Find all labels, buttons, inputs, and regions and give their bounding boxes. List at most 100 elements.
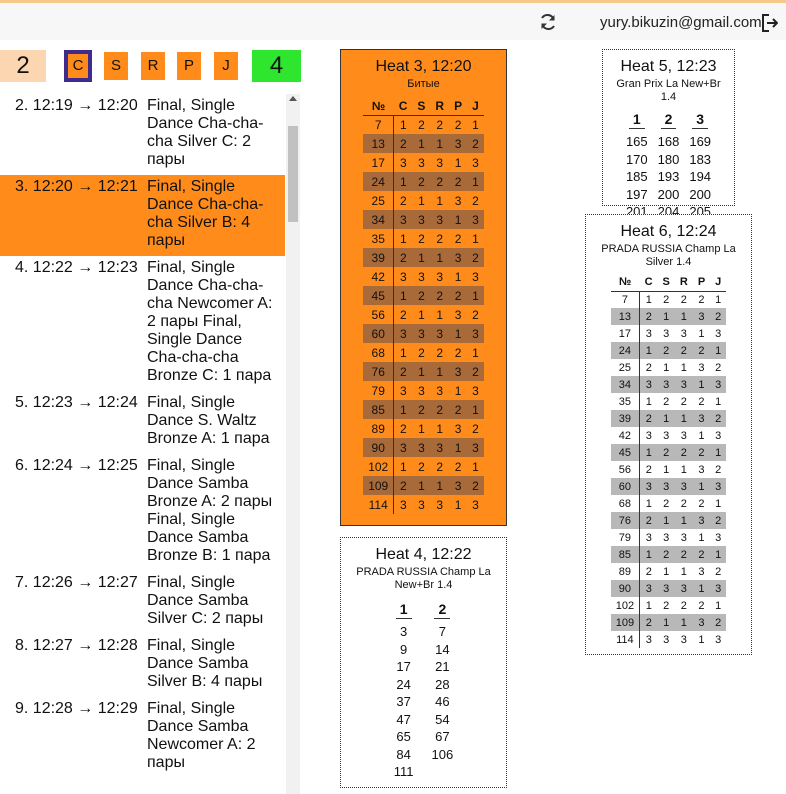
place-cell: 3 — [680, 531, 687, 544]
place-cell: 2 — [663, 395, 670, 408]
couple-number: 24 — [363, 172, 395, 191]
couple-number: 168 — [657, 134, 680, 149]
place-cell: 2 — [639, 614, 658, 631]
place-cell: 2 — [663, 599, 670, 612]
schedule-scrollbar[interactable] — [286, 94, 300, 794]
couple-number: 35 — [610, 393, 641, 410]
couple-number: 102 — [610, 597, 641, 614]
place-cell: 3 — [449, 134, 468, 153]
table-header: S — [657, 273, 675, 292]
scroll-up-arrow-icon[interactable] — [289, 96, 297, 101]
table-row: 25 2 1 1 3 2 — [610, 359, 727, 376]
place-cell: 2 — [674, 444, 693, 461]
couple-number: 89 — [363, 419, 395, 438]
couple-number: 9 — [400, 641, 408, 657]
couple-number: 200 — [689, 186, 712, 202]
schedule-item-time: 5. 12:23 → 12:24 — [15, 394, 138, 411]
heat-column-header: 1 — [395, 600, 412, 619]
place-cell: 1 — [710, 546, 727, 563]
place-cell: 2 — [430, 172, 450, 191]
place-cell: 2 — [393, 248, 413, 267]
place-cell: 1 — [418, 193, 425, 208]
judge-button-r[interactable]: R — [141, 52, 165, 80]
judge-button-p[interactable]: P — [177, 52, 201, 80]
couple-number: 76 — [610, 512, 641, 529]
place-cell: 1 — [674, 614, 693, 631]
place-cell: 2 — [454, 345, 462, 360]
couple-number: 114 — [610, 631, 641, 648]
place-cell: 3 — [639, 478, 658, 495]
place-cell: 2 — [393, 476, 413, 495]
heat-column: 2 168 180 193 200 204 — [658, 110, 680, 221]
couple-number: 200 — [657, 186, 680, 202]
couple-number: 42 — [610, 427, 641, 444]
judge-button-j[interactable]: J — [214, 52, 238, 80]
couple-number: 13 — [363, 134, 395, 153]
schedule-item[interactable]: 3. 12:20 → 12:21 Final, Single Dance Cha-… — [0, 175, 285, 256]
schedule-item[interactable]: 9. 12:28 → 12:29 Final, Single Dance Samb… — [0, 697, 285, 778]
judge-button-s[interactable]: S — [104, 52, 128, 80]
place-cell: 3 — [472, 497, 479, 512]
heat-4-subtitle: PRADA RUSSIA Champ La New+Br 1.4 — [356, 566, 491, 591]
place-cell: 1 — [645, 395, 652, 408]
user-email: yury.bikuzin@gmail.com — [600, 14, 762, 31]
place-cell: 3 — [467, 438, 484, 457]
place-cell: 3 — [657, 376, 675, 393]
couple-number: 7 — [363, 115, 395, 134]
place-cell: 2 — [467, 476, 484, 495]
couple-number: 54 — [435, 711, 450, 727]
couple-number: 56 — [363, 305, 395, 324]
place-cell: 1 — [472, 231, 479, 246]
schedule-item[interactable]: 2. 12:19 → 12:20 Final, Single Dance Cha-… — [0, 94, 285, 175]
couple-number: 45 — [610, 444, 641, 461]
refresh-icon[interactable] — [538, 12, 558, 32]
place-cell: 2 — [430, 400, 450, 419]
schedule-item[interactable]: 5. 12:23 → 12:24 Final, Single Dance S. W… — [0, 391, 285, 454]
schedule-item-description: Final, Single Dance Cha-cha-cha Silver C… — [147, 97, 264, 168]
place-cell: 3 — [657, 478, 675, 495]
couple-number: 56 — [610, 461, 641, 478]
couple-number: 79 — [610, 529, 641, 546]
place-cell: 3 — [663, 327, 670, 340]
place-cell: 1 — [663, 361, 670, 374]
place-cell: 1 — [472, 345, 479, 360]
place-cell: 3 — [710, 580, 727, 597]
place-cell: 3 — [472, 155, 479, 170]
place-cell: 3 — [663, 429, 670, 442]
place-cell: 2 — [715, 463, 722, 476]
place-cell: 1 — [393, 400, 413, 419]
schedule-item[interactable]: 7. 12:26 → 12:27 Final, Single Dance Samb… — [0, 571, 285, 634]
schedule-list[interactable]: 2. 12:19 → 12:20 Final, Single Dance Cha-… — [0, 94, 285, 794]
place-cell: 1 — [430, 248, 450, 267]
schedule-item[interactable]: 4. 12:22 → 12:23 Final, Single Dance Cha-… — [0, 256, 285, 391]
place-cell: 1 — [412, 134, 431, 153]
place-cell: 2 — [418, 117, 425, 132]
schedule-item[interactable]: 6. 12:24 → 12:25 Final, Single Dance Samb… — [0, 454, 285, 571]
logout-icon[interactable] — [762, 14, 778, 32]
place-cell: 1 — [449, 438, 468, 457]
place-cell: 3 — [657, 580, 675, 597]
place-cell: 1 — [418, 307, 425, 322]
place-cell: 3 — [436, 155, 444, 170]
place-cell: 3 — [680, 633, 687, 646]
table-header: P — [449, 97, 468, 116]
table-row: 24 1 2 2 2 1 — [363, 172, 484, 191]
couple-number: 3 — [400, 624, 408, 639]
table-row: 34 3 3 3 1 3 — [610, 376, 727, 393]
place-cell: 1 — [436, 193, 444, 208]
heat-4-card: Heat 4, 12:22 PRADA RUSSIA Champ La New+… — [340, 537, 507, 788]
schedule-item-description: Final, Single Dance Samba Bronze A: 2 па… — [147, 457, 273, 564]
scroll-thumb[interactable] — [288, 126, 298, 222]
place-cell: 3 — [692, 614, 711, 631]
judge-button-c[interactable]: C — [64, 50, 92, 82]
table-row: 42 3 3 3 1 3 — [610, 427, 727, 444]
place-cell: 3 — [710, 478, 727, 495]
schedule-item[interactable]: 8. 12:27 → 12:28 Final, Single Dance Samb… — [0, 634, 285, 697]
place-cell: 1 — [698, 429, 705, 442]
place-cell: 1 — [454, 383, 462, 398]
couple-number: 21 — [435, 659, 450, 674]
heat-column: 3 169 183 194 200 205 — [689, 110, 711, 221]
table-row: 109 2 1 1 3 2 — [363, 476, 484, 495]
couple-number: 79 — [363, 381, 395, 400]
place-cell: 3 — [412, 210, 431, 229]
